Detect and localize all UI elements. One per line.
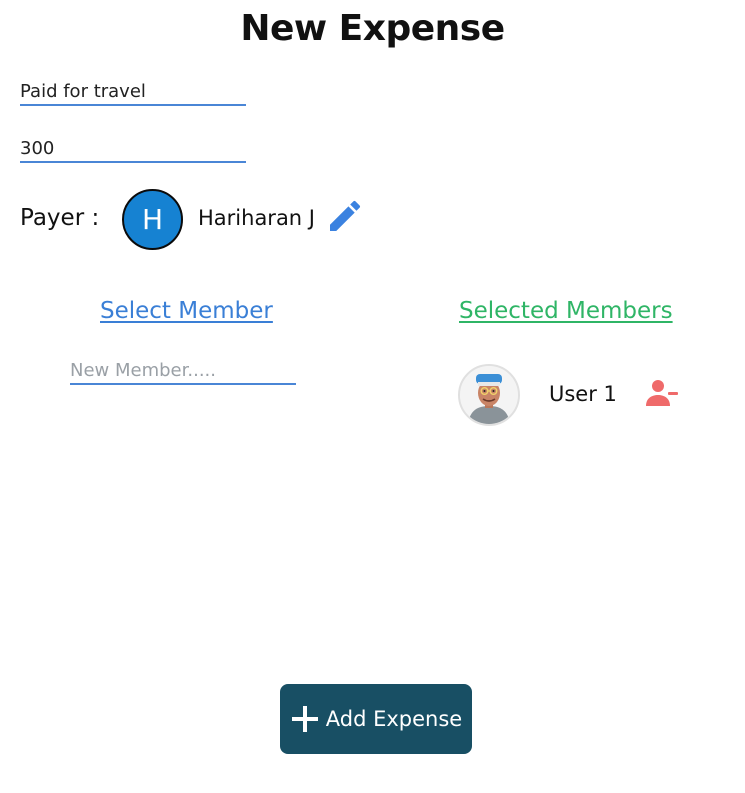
payer-initial: H [141, 203, 164, 236]
new-member-input[interactable] [70, 357, 296, 385]
plus-icon [291, 706, 318, 732]
pencil-icon [330, 200, 361, 231]
amount-input[interactable] [20, 135, 246, 163]
payer-name: Hariharan J [198, 206, 315, 230]
payer-label: Payer : [20, 205, 100, 231]
add-expense-label: Add Expense [325, 707, 463, 731]
edit-payer-button[interactable] [325, 196, 365, 236]
member-name: User 1 [549, 382, 617, 406]
selected-member-item: User 1 [458, 364, 698, 426]
user-avatar-icon [458, 364, 520, 426]
remove-user-icon [646, 380, 678, 406]
add-expense-button[interactable]: Add Expense [280, 684, 472, 754]
select-member-heading[interactable]: Select Member [100, 298, 273, 324]
remove-member-button[interactable] [642, 374, 682, 414]
payer-avatar: H [122, 189, 183, 250]
selected-members-heading[interactable]: Selected Members [459, 298, 673, 324]
description-input[interactable] [20, 78, 246, 106]
page-title: New Expense [240, 8, 505, 49]
